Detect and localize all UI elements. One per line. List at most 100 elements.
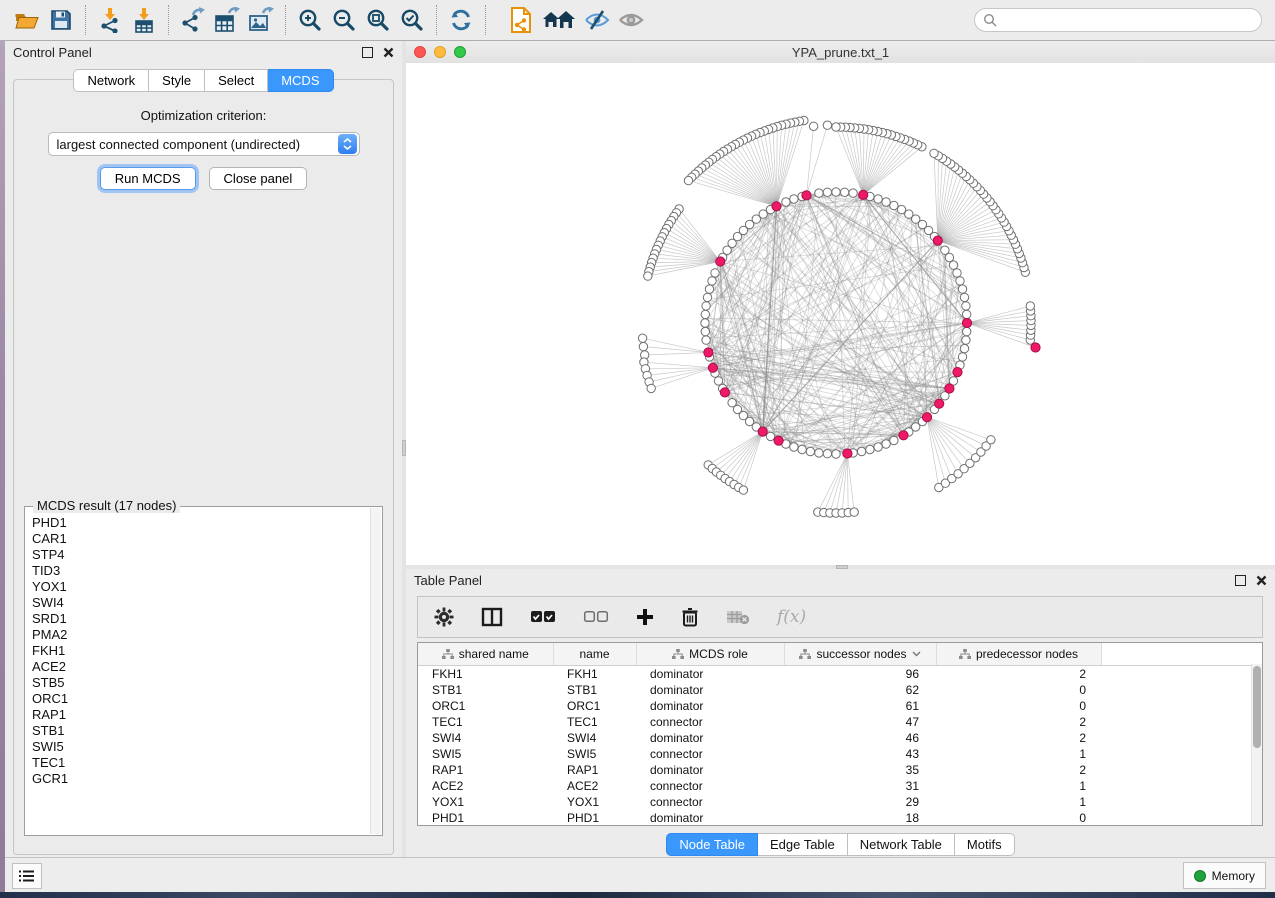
table-cell[interactable]: dominator — [636, 762, 784, 778]
network-canvas[interactable] — [406, 63, 1275, 565]
table-cell[interactable]: ACE2 — [418, 778, 553, 794]
graph-node[interactable] — [823, 121, 831, 129]
run-mcds-button[interactable]: Run MCDS — [100, 167, 196, 190]
table-cell[interactable]: YOX1 — [553, 794, 636, 810]
graph-node[interactable] — [644, 272, 652, 280]
graph-node[interactable] — [823, 450, 831, 458]
graph-node[interactable] — [849, 189, 857, 197]
graph-node[interactable] — [930, 149, 938, 157]
table-cell[interactable] — [1101, 730, 1254, 746]
graph-node[interactable] — [890, 201, 898, 209]
graph-mcds-node[interactable] — [953, 368, 962, 377]
graph-node[interactable] — [782, 198, 790, 206]
mcds-result-item[interactable]: TID3 — [32, 563, 371, 579]
close-panel-icon[interactable] — [1256, 575, 1267, 586]
table-cell[interactable]: dominator — [636, 666, 784, 683]
graph-node[interactable] — [897, 205, 905, 213]
export-table-icon[interactable] — [213, 6, 241, 34]
column-layout-icon[interactable] — [481, 607, 503, 627]
table-cell[interactable]: 0 — [936, 698, 1101, 714]
graph-node[interactable] — [701, 310, 709, 318]
tab-node-table[interactable]: Node Table — [666, 833, 758, 856]
graph-node[interactable] — [790, 443, 798, 451]
graph-node[interactable] — [702, 302, 710, 310]
table-cell[interactable]: STB1 — [418, 682, 553, 698]
mcds-result-item[interactable]: STB5 — [32, 675, 371, 691]
graph-node[interactable] — [987, 436, 995, 444]
table-cell[interactable]: SWI4 — [418, 730, 553, 746]
graph-mcds-node[interactable] — [720, 388, 729, 397]
graph-node[interactable] — [647, 384, 655, 392]
graph-node[interactable] — [806, 447, 814, 455]
graph-node[interactable] — [962, 302, 970, 310]
tab-edge-table[interactable]: Edge Table — [758, 833, 848, 856]
table-cell[interactable]: connector — [636, 746, 784, 762]
graph-node[interactable] — [953, 269, 961, 277]
houses-icon[interactable] — [541, 6, 577, 34]
table-cell[interactable]: RAP1 — [418, 762, 553, 778]
graph-mcds-node[interactable] — [935, 399, 944, 408]
zoom-out-icon[interactable] — [330, 6, 358, 34]
float-panel-icon[interactable] — [362, 47, 373, 58]
table-cell[interactable]: PHD1 — [553, 810, 636, 826]
tab-motifs[interactable]: Motifs — [955, 833, 1015, 856]
tab-network-table[interactable]: Network Table — [848, 833, 955, 856]
table-scrollbar[interactable] — [1251, 664, 1262, 825]
table-cell[interactable]: 46 — [784, 730, 936, 746]
table-cell[interactable]: PHD1 — [418, 810, 553, 826]
table-cell[interactable]: 2 — [936, 714, 1101, 730]
mcds-result-item[interactable]: RAP1 — [32, 707, 371, 723]
graph-node[interactable] — [832, 123, 840, 131]
graph-node[interactable] — [956, 277, 964, 285]
mcds-result-item[interactable]: TEC1 — [32, 755, 371, 771]
graph-node[interactable] — [638, 334, 646, 342]
mcds-result-item[interactable]: STB1 — [32, 723, 371, 739]
graph-node[interactable] — [882, 440, 890, 448]
mcds-result-item[interactable]: SWI5 — [32, 739, 371, 755]
graph-node[interactable] — [639, 342, 647, 350]
graph-mcds-node[interactable] — [708, 363, 717, 372]
mcds-result-item[interactable]: SRD1 — [32, 611, 371, 627]
graph-mcds-node[interactable] — [899, 431, 908, 440]
table-cell[interactable]: 96 — [784, 666, 936, 683]
column-header-predecessor-nodes[interactable]: predecessor nodes — [936, 643, 1101, 666]
table-cell[interactable]: dominator — [636, 730, 784, 746]
table-cell[interactable]: connector — [636, 714, 784, 730]
table-cell[interactable]: connector — [636, 778, 784, 794]
table-cell[interactable] — [1101, 698, 1254, 714]
export-image-icon[interactable] — [247, 6, 275, 34]
table-cell[interactable]: ORC1 — [553, 698, 636, 714]
table-cell[interactable]: SWI5 — [553, 746, 636, 762]
zoom-fit-icon[interactable] — [364, 6, 392, 34]
table-cell[interactable]: 61 — [784, 698, 936, 714]
table-row[interactable]: TEC1TEC1connector472 — [418, 714, 1254, 730]
tab-select[interactable]: Select — [205, 69, 268, 92]
table-cell[interactable]: 1 — [936, 778, 1101, 794]
export-network-icon[interactable] — [179, 6, 207, 34]
hide-eye-icon[interactable] — [583, 6, 611, 34]
graph-node[interactable] — [832, 450, 840, 458]
delete-column-icon[interactable] — [681, 607, 699, 627]
table-cell[interactable]: TEC1 — [418, 714, 553, 730]
deselect-all-icon[interactable] — [583, 610, 609, 624]
table-cell[interactable]: 29 — [784, 794, 936, 810]
graph-mcds-node[interactable] — [704, 348, 713, 357]
table-cell[interactable] — [1101, 666, 1254, 683]
column-header-successor-nodes[interactable]: successor nodes — [784, 643, 936, 666]
table-cell[interactable] — [1101, 810, 1254, 826]
criterion-select[interactable]: largest connected component (undirected) — [48, 132, 360, 156]
graph-node[interactable] — [684, 176, 692, 184]
graph-node[interactable] — [882, 198, 890, 206]
graph-node[interactable] — [850, 508, 858, 516]
mcds-result-item[interactable]: CAR1 — [32, 531, 371, 547]
table-cell[interactable]: TEC1 — [553, 714, 636, 730]
add-column-icon[interactable] — [636, 608, 654, 626]
table-scrollbar-thumb[interactable] — [1253, 666, 1261, 748]
graph-node[interactable] — [874, 443, 882, 451]
table-row[interactable]: PHD1PHD1dominator180 — [418, 810, 1254, 826]
graph-node[interactable] — [703, 293, 711, 301]
tab-network[interactable]: Network — [73, 69, 149, 92]
close-panel-icon[interactable] — [383, 47, 394, 58]
save-icon[interactable] — [47, 6, 75, 34]
graph-node[interactable] — [798, 445, 806, 453]
